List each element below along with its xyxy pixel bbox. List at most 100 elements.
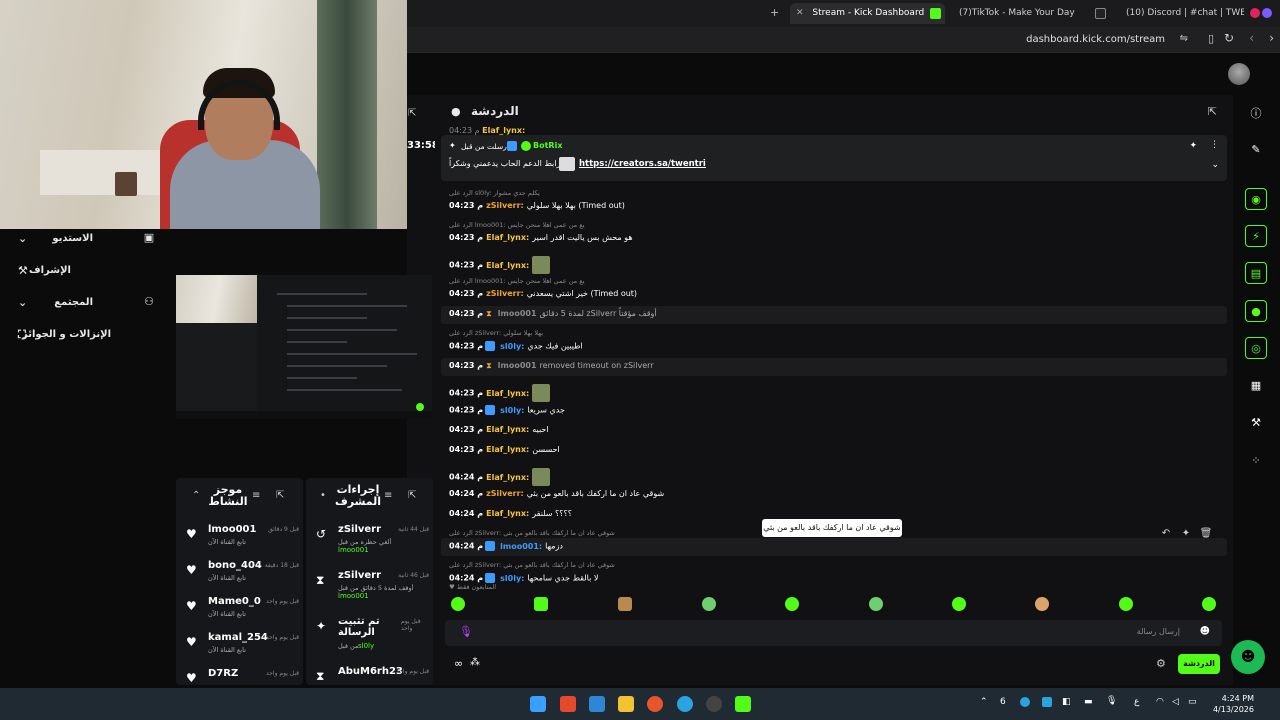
kick-app-icon[interactable] [735, 696, 751, 712]
chevron-down-icon[interactable]: ⌄ [18, 232, 27, 245]
reply-context[interactable]: الرد على sl0ly: يكلم جدي مشوار [449, 189, 540, 197]
filter-icon[interactable]: ≡ [384, 490, 392, 501]
nav-item-drops[interactable]: ⛶ الإنزالات و الجوائز [18, 325, 163, 345]
emote-icon[interactable] [1035, 597, 1049, 611]
activity-user[interactable]: D7RZ [208, 668, 238, 679]
pinned-message[interactable]: ✦ أرسلت من قبل BotRix رابط الدعم الحاب ي… [441, 135, 1227, 181]
emote-icon[interactable] [1119, 597, 1133, 611]
chat-settings-icon[interactable]: ⚙ [1156, 657, 1166, 670]
message-user[interactable]: Elaf_lynx: [486, 261, 529, 270]
emoji-picker-icon[interactable]: ☻ [1200, 626, 1210, 637]
message-user[interactable]: sl0ly: [500, 406, 524, 415]
mod-action-by[interactable]: lmoo001 [338, 546, 369, 554]
more-options-icon[interactable]: ⋮ [1210, 140, 1219, 150]
message-user[interactable]: zSilverr: [486, 289, 524, 298]
reload-icon[interactable]: ↻ [1224, 31, 1234, 45]
message-user[interactable]: Elaf_lynx: [486, 389, 529, 398]
message-user[interactable]: lmoo001: [500, 542, 542, 551]
chat-message[interactable]: 04:23 م sl0ly: جدي سريعا [449, 405, 1219, 415]
layout-icon[interactable]: ▦ [1245, 375, 1267, 397]
support-fab-icon[interactable]: ☻ [1231, 640, 1265, 674]
firefox-icon[interactable] [647, 696, 663, 712]
activity-user[interactable]: kamal_254 [208, 632, 268, 643]
chevron-down-icon[interactable]: ⌄ [1211, 160, 1219, 170]
pin-message-icon[interactable]: ✦ [1176, 528, 1196, 539]
chat-input[interactable]: 🎙 إرسال رسالة ☻ [445, 620, 1222, 646]
popout-icon[interactable]: ⇱ [408, 490, 416, 501]
tray-app-icon[interactable] [1042, 697, 1052, 707]
message-user[interactable]: lmoo001 [498, 361, 537, 370]
notification-icon[interactable] [1250, 8, 1260, 18]
profile-icon[interactable] [1262, 8, 1272, 18]
explorer-icon[interactable] [618, 696, 634, 712]
infinity-icon[interactable]: ∞ [454, 657, 463, 670]
dots-icon[interactable]: ⁂ [470, 657, 480, 668]
emote-icon[interactable] [702, 597, 716, 611]
reply-context[interactable]: الرد على lmoo001: يع من عمي اهلا منحن جا… [449, 221, 585, 229]
tray-app-icon[interactable]: ◧ [1062, 697, 1071, 707]
message-user[interactable]: Elaf_lynx: [486, 445, 529, 454]
pinned-author[interactable]: BotRix [533, 141, 562, 150]
chat-message[interactable]: 04:23 م sl0ly: اطيبين فيك جدي [449, 341, 1219, 351]
url-text[interactable]: dashboard.kick.com/stream [1026, 34, 1165, 45]
tray-app-icon[interactable]: 6 [1000, 697, 1006, 707]
avatar[interactable] [1228, 63, 1250, 85]
message-user[interactable]: sl0ly: [500, 342, 524, 351]
info-icon[interactable]: ⓘ [1245, 103, 1267, 125]
chat-message[interactable]: 04:23 م Elaf_lynx: [449, 256, 1219, 274]
chat-message[interactable]: 04:23 م ⧗ lmoo001 removed timeout on zSilve… [449, 361, 1219, 371]
site-settings-icon[interactable]: ⇋ [1180, 33, 1188, 44]
pinned-link[interactable]: https://creators.sa/twentri [579, 159, 706, 169]
message-user[interactable]: zSilverr: [486, 201, 524, 210]
stream-preview[interactable] [176, 275, 432, 419]
chat-message[interactable]: 04:24 م zSilverr: شوقي عاد ان ما اركفك باق… [449, 489, 1219, 498]
message-user[interactable]: Elaf_lynx: [486, 509, 529, 518]
edit-icon[interactable]: ✎ [1245, 139, 1267, 161]
notes-icon[interactable]: ▤ [1245, 262, 1267, 284]
language-icon[interactable]: ع [1134, 697, 1139, 707]
nav-item-community[interactable]: ⌄ المجتمع ⚇ [18, 293, 163, 313]
chat-message[interactable]: 04:24 م Elaf_lynx: [449, 468, 1219, 486]
popout-chat-icon[interactable]: ⇱ [1208, 105, 1217, 118]
tray-app-icon[interactable]: ▬ [1084, 697, 1093, 707]
unpin-icon[interactable]: ✦ [1189, 141, 1197, 151]
mic-tray-icon[interactable]: 🎙 [1106, 696, 1117, 706]
emote-icon[interactable] [1202, 597, 1216, 611]
message-user[interactable]: Elaf_lynx: [486, 425, 529, 434]
chat-message[interactable]: 04:23 م Elaf_lynx: احبيه [449, 425, 1219, 434]
activity-user[interactable]: lmoo001 [208, 524, 256, 535]
message-user[interactable]: Elaf_lynx: [482, 126, 525, 135]
emote-icon[interactable] [869, 597, 883, 611]
reply-context[interactable]: الرد على zSilverr: بهلا بهلا سلولي [449, 329, 543, 337]
chat-message[interactable]: 04:23 م Elaf_lynx: احسسن [449, 445, 1219, 454]
mod-action-user[interactable]: zSilverr [338, 570, 381, 581]
chat-message[interactable]: 04:23 م zSilverr: خير اشتي يسعدني (Timed o… [449, 289, 1219, 298]
popout-icon[interactable]: ⇱ [276, 490, 284, 501]
taskbar-clock[interactable]: 4:24 PM 4/13/2026 [1213, 693, 1254, 715]
mod-action-user[interactable]: AbuM6rh23 [338, 666, 403, 677]
close-tab-icon[interactable]: ✕ [796, 8, 804, 18]
message-user[interactable]: lmoo001 [498, 309, 537, 318]
chat-message[interactable]: 04:23 م Elaf_lynx: هو محش بس ياليت اقدر اس… [449, 233, 1219, 242]
tab-tiktok[interactable]: (7)TikTok - Make Your Day [957, 3, 1107, 24]
tray-app-icon[interactable] [1020, 697, 1030, 707]
camera-icon[interactable]: ◉ [1245, 188, 1267, 210]
obs-icon[interactable] [706, 696, 722, 712]
wifi-icon[interactable]: ◠ [1156, 697, 1164, 707]
nav-item-moderation[interactable]: ⚒ الإشراف [18, 261, 163, 281]
mic-icon[interactable]: 🎙 [459, 625, 473, 638]
bookmark-icon[interactable]: ▯ [1208, 32, 1214, 45]
filter-icon[interactable]: ≡ [252, 490, 260, 501]
chat-message[interactable]: 04:23 م ⧗ lmoo001 لمدة 5 دقائق zSilverr أوق… [449, 309, 1219, 319]
new-tab-button[interactable]: + [770, 6, 779, 19]
message-user[interactable]: zSilverr: [486, 489, 524, 498]
chevron-down-icon[interactable]: ⌄ [18, 296, 27, 309]
chat-message[interactable]: 04:24 م lmoo001: دزمها [449, 541, 1219, 551]
expand-icon[interactable]: ⇱ [408, 108, 416, 119]
mod-action-user[interactable]: zSilverr [338, 524, 381, 535]
apps-icon[interactable]: ⁘ [1245, 450, 1267, 472]
emote-icon[interactable] [952, 597, 966, 611]
forward-icon[interactable]: › [1269, 31, 1274, 45]
battery-icon[interactable]: ▭ [1188, 697, 1197, 707]
telegram-icon[interactable] [677, 696, 693, 712]
